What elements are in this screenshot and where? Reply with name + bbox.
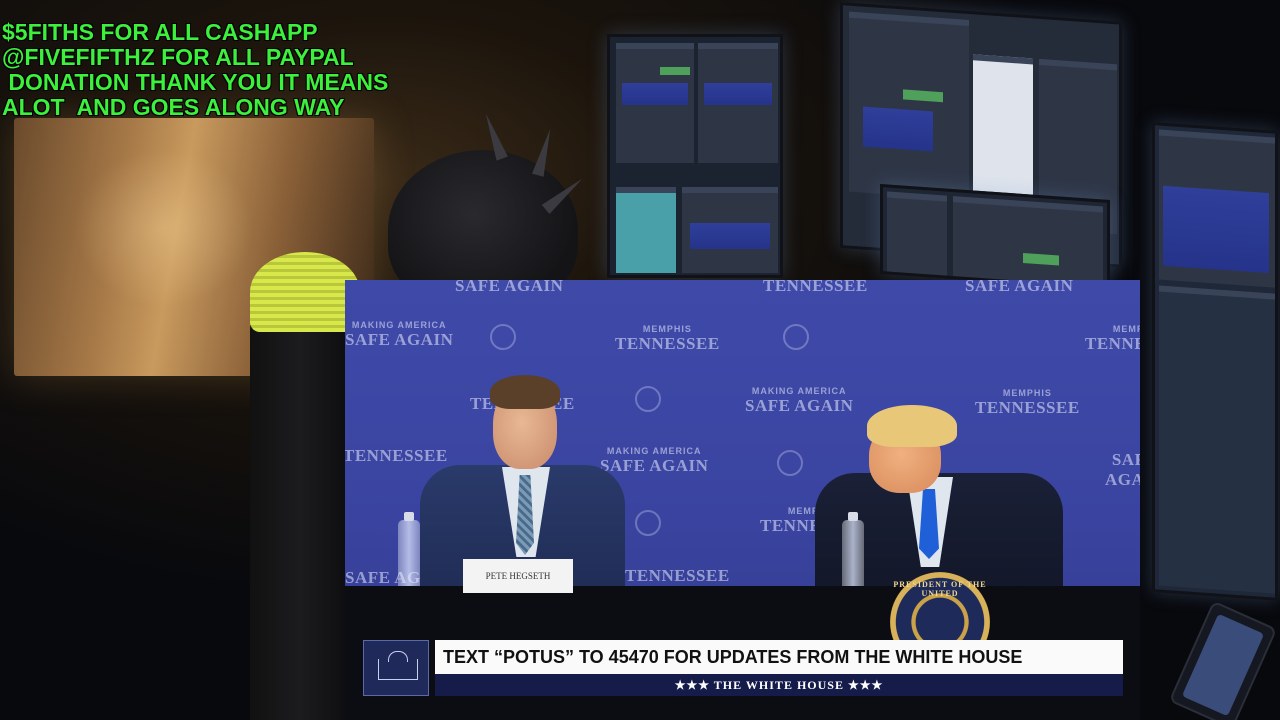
- monitor-far-right: [1152, 122, 1278, 601]
- lower-third-headline: TEXT “POTUS” TO 45470 FOR UPDATES FROM T…: [435, 640, 1123, 674]
- backdrop-text: MEMPHISTENNESSEE: [615, 324, 720, 353]
- video-thumbnail: [863, 106, 933, 152]
- monitor-window: [616, 187, 676, 273]
- backdrop-seal-icon: [783, 324, 809, 350]
- monitor-window: [849, 11, 969, 201]
- video-feed: SAFE AGAIN TENNESSEE SAFE AGAIN MAKING A…: [345, 280, 1140, 720]
- backdrop-text: SAFE AGAIN: [1105, 450, 1140, 489]
- backdrop-text: SAFE AGAIN: [965, 280, 1074, 295]
- video-thumbnail: [690, 223, 770, 249]
- monitor-window: [1159, 285, 1275, 594]
- lower-third-banner: TEXT “POTUS” TO 45470 FOR UPDATES FROM T…: [363, 640, 1123, 696]
- backdrop-text: MEMPHISTENNESSEE: [1085, 324, 1140, 353]
- video-thumbnail: [622, 83, 688, 105]
- highlight-strip: [660, 67, 690, 75]
- donation-overlay-text: $5FITHS FOR ALL CASHAPP @FIVEFIFTHZ FOR …: [2, 19, 389, 120]
- video-thumbnail: [1163, 185, 1269, 274]
- speaker-left-hair: [490, 375, 560, 409]
- backdrop-text: TENNESSEE: [763, 280, 868, 295]
- monitor-window: [953, 196, 1103, 287]
- backdrop-text: TENNESSEE: [345, 446, 448, 465]
- monitor-window: [973, 54, 1033, 209]
- backdrop-seal-icon: [635, 386, 661, 412]
- backdrop-seal-icon: [777, 450, 803, 476]
- backdrop-text: MAKING AMERICA SAFE AGAIN: [745, 386, 854, 415]
- backdrop-text: MEMPHISTENNESSEE: [975, 388, 1080, 417]
- video-thumbnail: [704, 83, 772, 105]
- speaker-right-hair: [867, 405, 957, 447]
- monitor-window: [887, 191, 947, 276]
- monitor-left: [607, 34, 783, 278]
- lower-third-brand: ★★★ THE WHITE HOUSE ★★★: [435, 674, 1123, 696]
- white-house-logo-icon: [363, 640, 429, 696]
- backdrop-seal-icon: [490, 324, 516, 350]
- chair: [250, 290, 350, 720]
- monitor-lower-middle: [880, 183, 1110, 291]
- name-placard: PETE HEGSETH: [463, 559, 573, 593]
- headset-icon: [250, 252, 360, 332]
- backdrop-text: SAFE AGAIN: [455, 280, 564, 295]
- backdrop-text: MAKING AMERICA SAFE AGAIN: [600, 446, 709, 475]
- presidential-seal-text: PRESIDENT OF THE UNITED: [893, 580, 987, 598]
- backdrop-text: MAKING AMERICA SAFE AGAIN: [345, 320, 454, 349]
- backdrop-text: TENNESSEE: [625, 566, 730, 585]
- backdrop-seal-icon: [635, 510, 661, 536]
